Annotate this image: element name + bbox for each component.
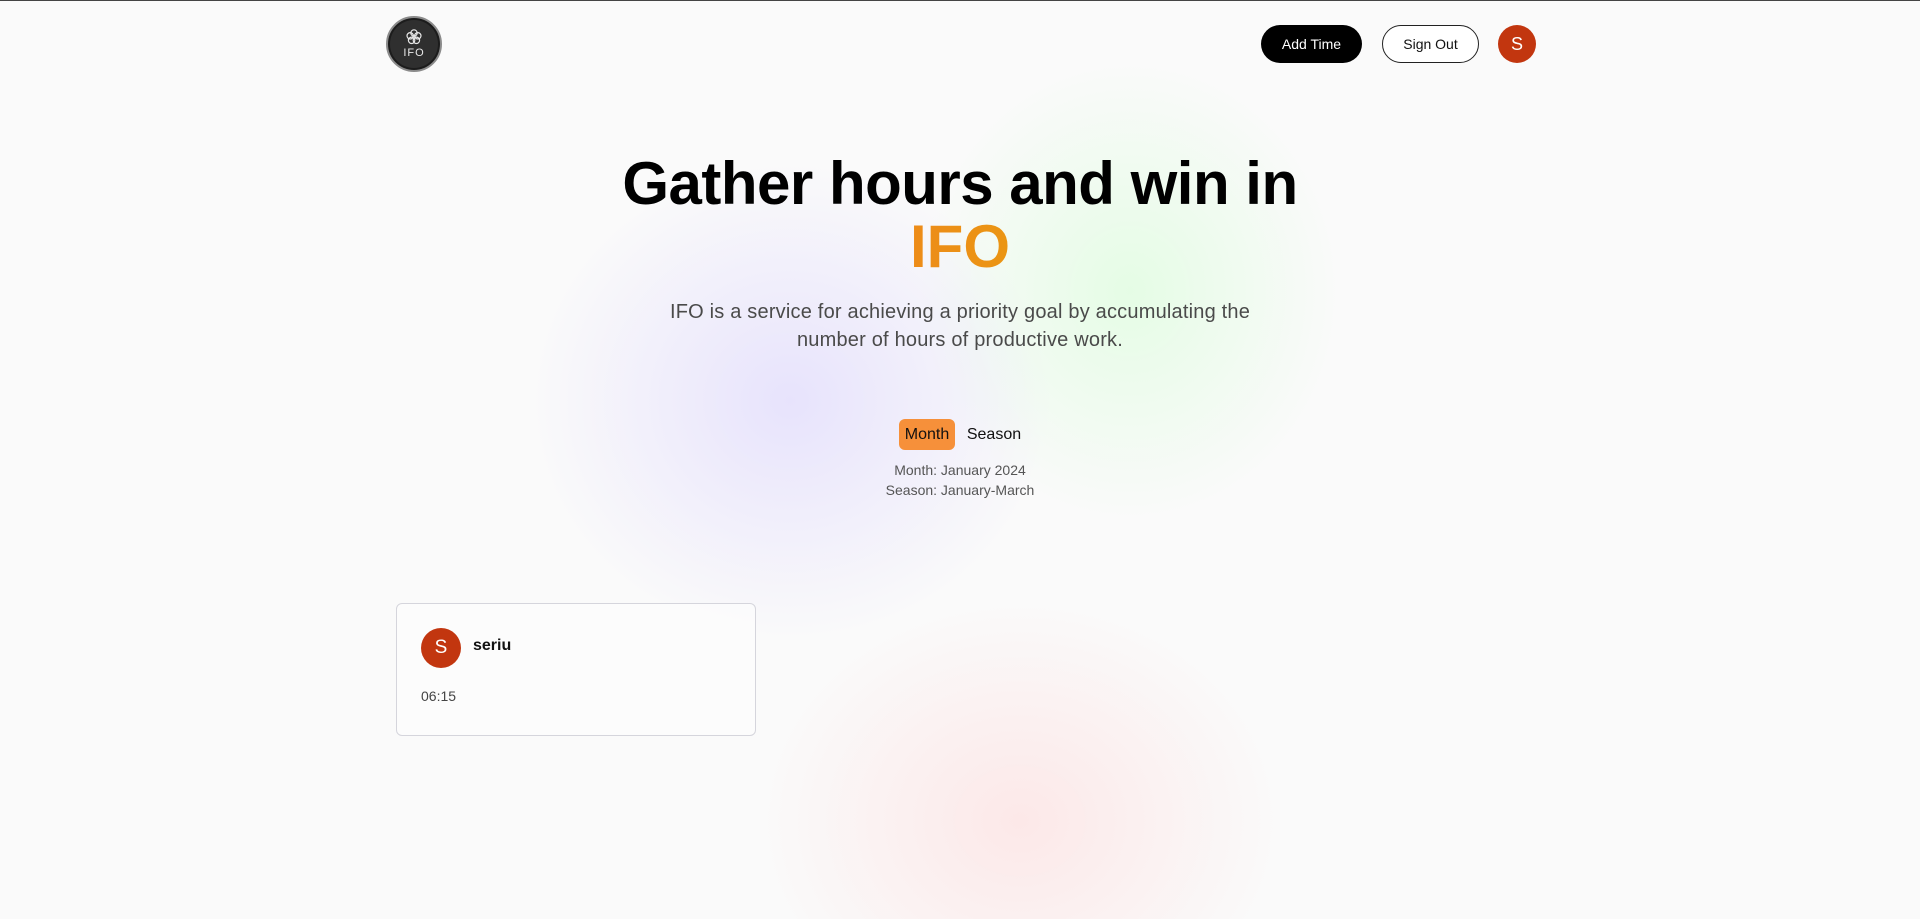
season-info: Season: January-March (885, 482, 1035, 498)
hero-subtitle: IFO is a service for achieving a priorit… (669, 301, 1251, 351)
flower-icon (406, 28, 422, 44)
sign-out-button[interactable]: Sign Out (1382, 25, 1479, 63)
period-info: Month: January 2024 Season: January-Marc… (760, 460, 1160, 500)
hero-title: Gather hours and win in (622, 150, 1298, 217)
card-username: seriu (473, 637, 512, 654)
card-avatar: S (421, 628, 461, 668)
user-card: S seriu 06:15 (396, 603, 756, 736)
user-avatar[interactable]: S (1498, 25, 1536, 63)
logo-text: IFO (403, 46, 425, 59)
card-time: 06:15 (421, 688, 457, 704)
tab-month[interactable]: Month (899, 419, 955, 450)
logo[interactable]: IFO (386, 16, 442, 72)
page: IFO Add Time Sign Out S Gather hours and… (0, 0, 1920, 919)
add-time-button[interactable]: Add Time (1261, 25, 1362, 63)
hero-brand: IFO (760, 217, 1160, 277)
tab-season[interactable]: Season (962, 419, 1026, 450)
month-info: Month: January 2024 (894, 462, 1026, 478)
